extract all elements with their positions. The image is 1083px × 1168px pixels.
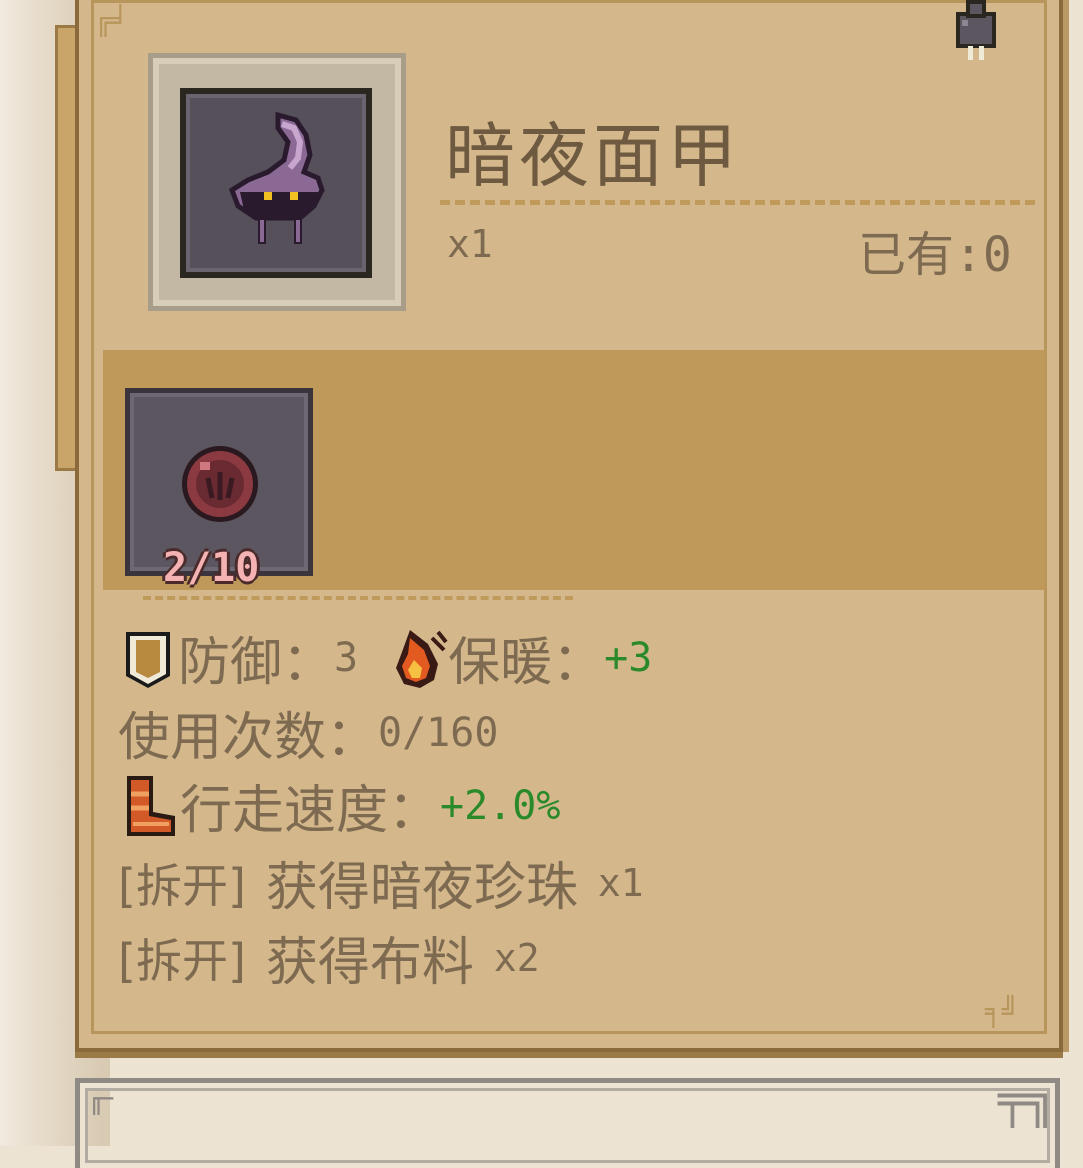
disassemble-tag: [拆开] — [118, 858, 246, 913]
stat-row-uses: 使用次数： 0/160 — [118, 695, 498, 770]
bottom-panel — [75, 1078, 1060, 1168]
speed-label: 行走速度： — [180, 781, 441, 841]
disassemble-row: [拆开] 获得暗夜珍珠 x1 — [118, 845, 644, 920]
uses-value: 0/160 — [378, 709, 499, 756]
dark-pearl-icon — [182, 446, 258, 522]
speed-value: +2.0% — [440, 782, 561, 829]
corner-ornament-bottom-right-panel: ╤╗ — [998, 1072, 1056, 1128]
corner-ornament-bottom-left: ╓╴ — [88, 1082, 122, 1115]
stat-row-defense-warmth: 防御： 3 保暖： +3 — [118, 620, 652, 695]
shield-icon — [126, 631, 170, 688]
pin-icon[interactable] — [948, 0, 1004, 62]
stat-row-speed: 行走速度： +2.0% — [118, 768, 560, 843]
disassemble-text: 获得布料 — [265, 933, 474, 993]
disassemble-row: [拆开] 获得布料 x2 — [118, 920, 540, 995]
item-quantity: x1 — [447, 222, 493, 266]
defense-value: 3 — [334, 634, 359, 681]
divider — [440, 200, 1035, 205]
corner-ornament-top-left: ╔╛ — [95, 4, 129, 37]
defense-label: 防御： — [178, 633, 335, 693]
owned-count: 已有:0 — [858, 227, 1012, 283]
fire-icon — [396, 629, 448, 688]
disassemble-tag: [拆开] — [118, 933, 246, 988]
corner-ornament-bottom-right: ╕╝ — [985, 995, 1019, 1028]
dark-night-mask-icon — [228, 111, 325, 244]
warmth-value: +3 — [604, 634, 653, 681]
uses-label: 使用次数： — [118, 708, 379, 768]
item-name: 暗夜面甲 — [445, 115, 741, 197]
disassemble-count: x1 — [597, 860, 644, 905]
disassemble-text: 获得暗夜珍珠 — [265, 858, 578, 918]
warmth-label: 保暖： — [448, 633, 605, 693]
boot-icon — [127, 775, 175, 836]
gem-slot-count: 2/10 — [163, 545, 260, 591]
disassemble-count: x2 — [493, 935, 540, 980]
divider — [143, 596, 573, 600]
